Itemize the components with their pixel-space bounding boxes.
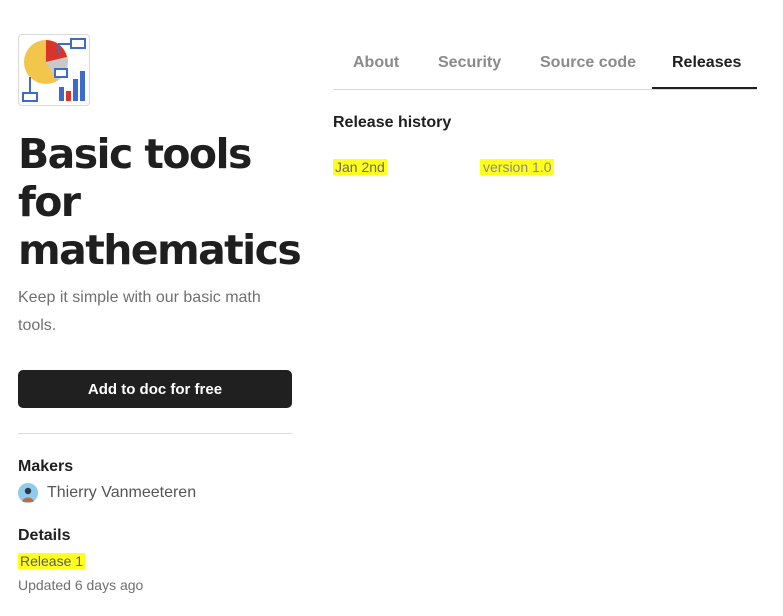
- updated-text: Updated 6 days ago: [18, 577, 144, 593]
- app-title: Basic tools for mathematics: [18, 130, 302, 274]
- tab-bar: About Security Source code Releases: [333, 0, 757, 90]
- tab-about[interactable]: About: [353, 54, 399, 72]
- add-to-doc-button[interactable]: Add to doc for free: [18, 370, 292, 408]
- maker-name: Thierry Vanmeeteren: [47, 484, 197, 501]
- makers-title: Makers: [18, 458, 74, 475]
- maker-item[interactable]: Thierry Vanmeeteren: [18, 483, 294, 503]
- makers-section: Makers Thierry Vanmeeteren: [18, 458, 294, 503]
- app-subtitle: Keep it simple with our basic math tools…: [18, 289, 261, 334]
- release-label: Release 1: [18, 553, 86, 569]
- app-sidebar: Basic tools for mathematics Keep it simp…: [18, 34, 302, 593]
- tab-source-code[interactable]: Source code: [540, 54, 636, 72]
- release-version: version 1.0: [480, 159, 555, 175]
- release-history-heading: Release history: [333, 114, 452, 131]
- person-avatar-icon: [18, 483, 38, 503]
- tab-security[interactable]: Security: [438, 54, 501, 72]
- tab-releases[interactable]: Releases: [672, 54, 741, 72]
- release-row: Jan 2nd version 1.0: [333, 159, 633, 177]
- divider: [18, 433, 292, 434]
- release-date: Jan 2nd: [333, 159, 387, 175]
- app-logo-icon: [18, 34, 90, 106]
- active-tab-indicator: [652, 87, 757, 89]
- details-title: Details: [18, 527, 71, 544]
- avatar: [18, 483, 38, 503]
- details-section: Details Release 1 Updated 6 days ago: [18, 527, 294, 593]
